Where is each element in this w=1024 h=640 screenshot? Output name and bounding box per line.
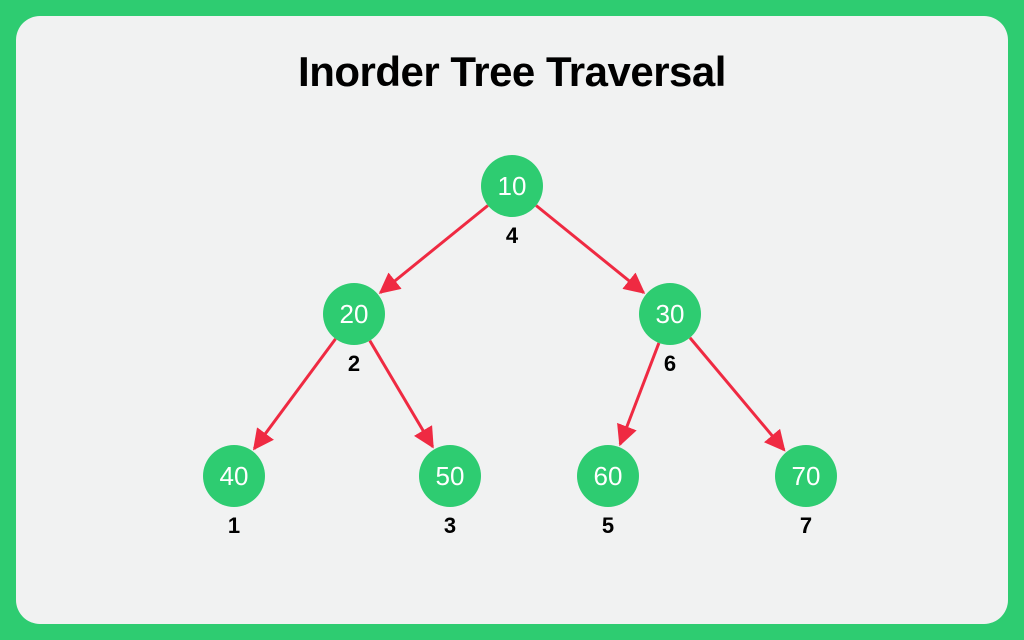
tree-node: 70 — [775, 445, 837, 507]
tree-node: 10 — [481, 155, 543, 217]
traversal-order-label: 7 — [800, 513, 812, 539]
tree-container: 10 4 20 2 30 6 40 1 50 3 60 5 70 7 — [16, 16, 1008, 624]
tree-node: 60 — [577, 445, 639, 507]
traversal-order-label: 1 — [228, 513, 240, 539]
traversal-order-label: 5 — [602, 513, 614, 539]
traversal-order-label: 3 — [444, 513, 456, 539]
tree-node: 40 — [203, 445, 265, 507]
tree-node: 50 — [419, 445, 481, 507]
tree-node: 30 — [639, 283, 701, 345]
tree-node: 20 — [323, 283, 385, 345]
traversal-order-label: 2 — [348, 351, 360, 377]
diagram-panel: Inorder Tree Traversal 10420230640150360… — [16, 16, 1008, 624]
traversal-order-label: 6 — [664, 351, 676, 377]
traversal-order-label: 4 — [506, 223, 518, 249]
